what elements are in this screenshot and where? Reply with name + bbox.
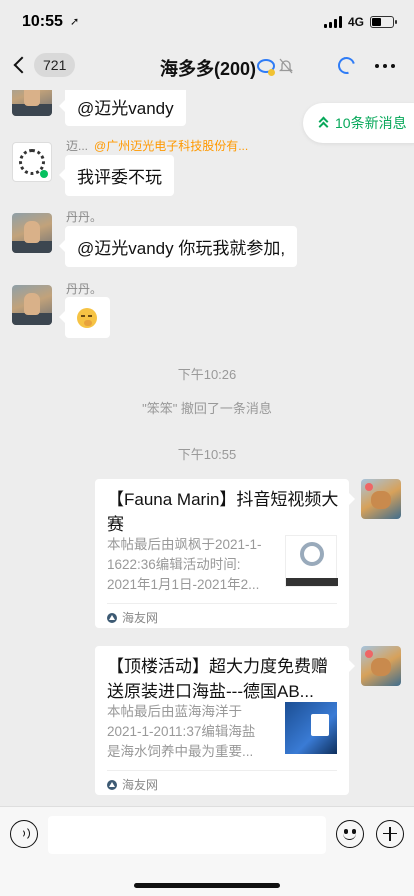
- card-source: 海友网: [107, 776, 158, 793]
- card-title: 【顶楼活动】超大力度免费赠送原装进口海盐---德国AB...: [107, 657, 328, 701]
- status-indicators: 4G: [323, 15, 397, 29]
- home-indicator: [134, 883, 280, 888]
- battery-level: [372, 18, 381, 26]
- sender-name: 迈... @广州迈光电子科技股份有...: [66, 137, 248, 154]
- thinking-face-icon: [77, 307, 97, 328]
- card-title: 【Fauna Marin】抖音短视频大赛: [107, 490, 339, 534]
- sender-name: 丹丹。: [66, 210, 103, 224]
- card-description-line: 是海水饲养中最为重要...: [107, 744, 254, 759]
- more-functions-button[interactable]: [376, 820, 404, 848]
- unread-count-badge: 721: [34, 53, 76, 77]
- my-avatar[interactable]: [361, 479, 401, 519]
- timestamp: 下午10:26: [177, 367, 237, 382]
- sender-organization: @广州迈光电子科技股份有...: [94, 139, 249, 153]
- avatar[interactable]: [12, 285, 52, 325]
- card-description-line: 本帖最后由飒枫于2021-1-: [107, 537, 262, 552]
- status-bar: 10:55 ➚ 4G: [0, 0, 414, 44]
- message-bubble[interactable]: @迈光vandy: [59, 90, 186, 126]
- card-divider: [107, 603, 337, 604]
- link-card[interactable]: 【顶楼活动】超大力度免费赠送原装进口海盐---德国AB... 本帖最后由蓝海海洋…: [95, 646, 355, 795]
- battery-icon: [370, 16, 397, 28]
- back-button[interactable]: 721: [12, 53, 76, 77]
- my-avatar[interactable]: [361, 646, 401, 686]
- back-chevron-icon: [13, 56, 31, 74]
- chat-title: 海多多(200): [160, 59, 257, 79]
- card-description-line: 本帖最后由蓝海海洋于: [107, 704, 242, 719]
- input-bar: [0, 806, 414, 896]
- source-logo-icon: [107, 779, 117, 790]
- avatar[interactable]: [12, 213, 52, 253]
- chat-message-list[interactable]: @迈光vandy 迈... @广州迈光电子科技股份有... 我评委不玩 丹丹。 @…: [0, 90, 414, 806]
- message-text: @迈光vandy: [77, 98, 174, 118]
- recall-notice: "笨笨" 撤回了一条消息: [142, 401, 272, 416]
- location-arrow-icon: ➚: [70, 16, 80, 28]
- message-input[interactable]: [48, 816, 326, 854]
- sender-nickname: 迈...: [66, 139, 89, 153]
- double-chevron-up-icon: [318, 116, 329, 132]
- refresh-ring-icon[interactable]: [334, 53, 359, 78]
- link-card[interactable]: 【Fauna Marin】抖音短视频大赛 本帖最后由飒枫于2021-1- 162…: [95, 479, 355, 628]
- timestamp: 下午10:55: [177, 447, 237, 462]
- card-description-line: 1622:36编辑活动时间:: [107, 557, 241, 572]
- card-description-line: 2021年1月1日-2021年2...: [107, 577, 260, 592]
- avatar[interactable]: [12, 142, 52, 182]
- status-time: 10:55: [22, 13, 63, 30]
- message-text: @迈光vandy 你玩我就参加,: [77, 239, 286, 258]
- message-text: 我评委不玩: [77, 168, 162, 187]
- more-options-button[interactable]: [375, 64, 395, 68]
- card-source-name: 海友网: [122, 611, 159, 625]
- message-bubble[interactable]: 我评委不玩: [59, 155, 174, 196]
- sender-name: 丹丹。: [66, 282, 103, 296]
- message-bubble[interactable]: [59, 297, 110, 338]
- message-bubble[interactable]: @迈光vandy 你玩我就参加,: [58, 226, 298, 267]
- avatar[interactable]: [12, 90, 52, 116]
- chat-bubble-icon: [257, 59, 275, 76]
- card-source: 海友网: [107, 609, 158, 626]
- new-messages-label: 10条新消息: [335, 115, 407, 131]
- chat-header: 721 海多多(200): [0, 44, 414, 90]
- card-source-name: 海友网: [122, 778, 159, 792]
- card-thumbnail: [285, 535, 338, 587]
- new-messages-button[interactable]: 10条新消息: [303, 103, 414, 143]
- mute-bell-icon: [279, 58, 293, 74]
- network-type: 4G: [347, 15, 364, 29]
- voice-input-button[interactable]: [10, 820, 38, 848]
- card-description-line: 2021-1-2011:37编辑海盐: [107, 724, 256, 739]
- emoji-button[interactable]: [336, 820, 364, 848]
- card-divider: [107, 770, 337, 771]
- signal-icon: [323, 16, 342, 28]
- card-thumbnail: [285, 702, 337, 754]
- source-logo-icon: [107, 612, 117, 623]
